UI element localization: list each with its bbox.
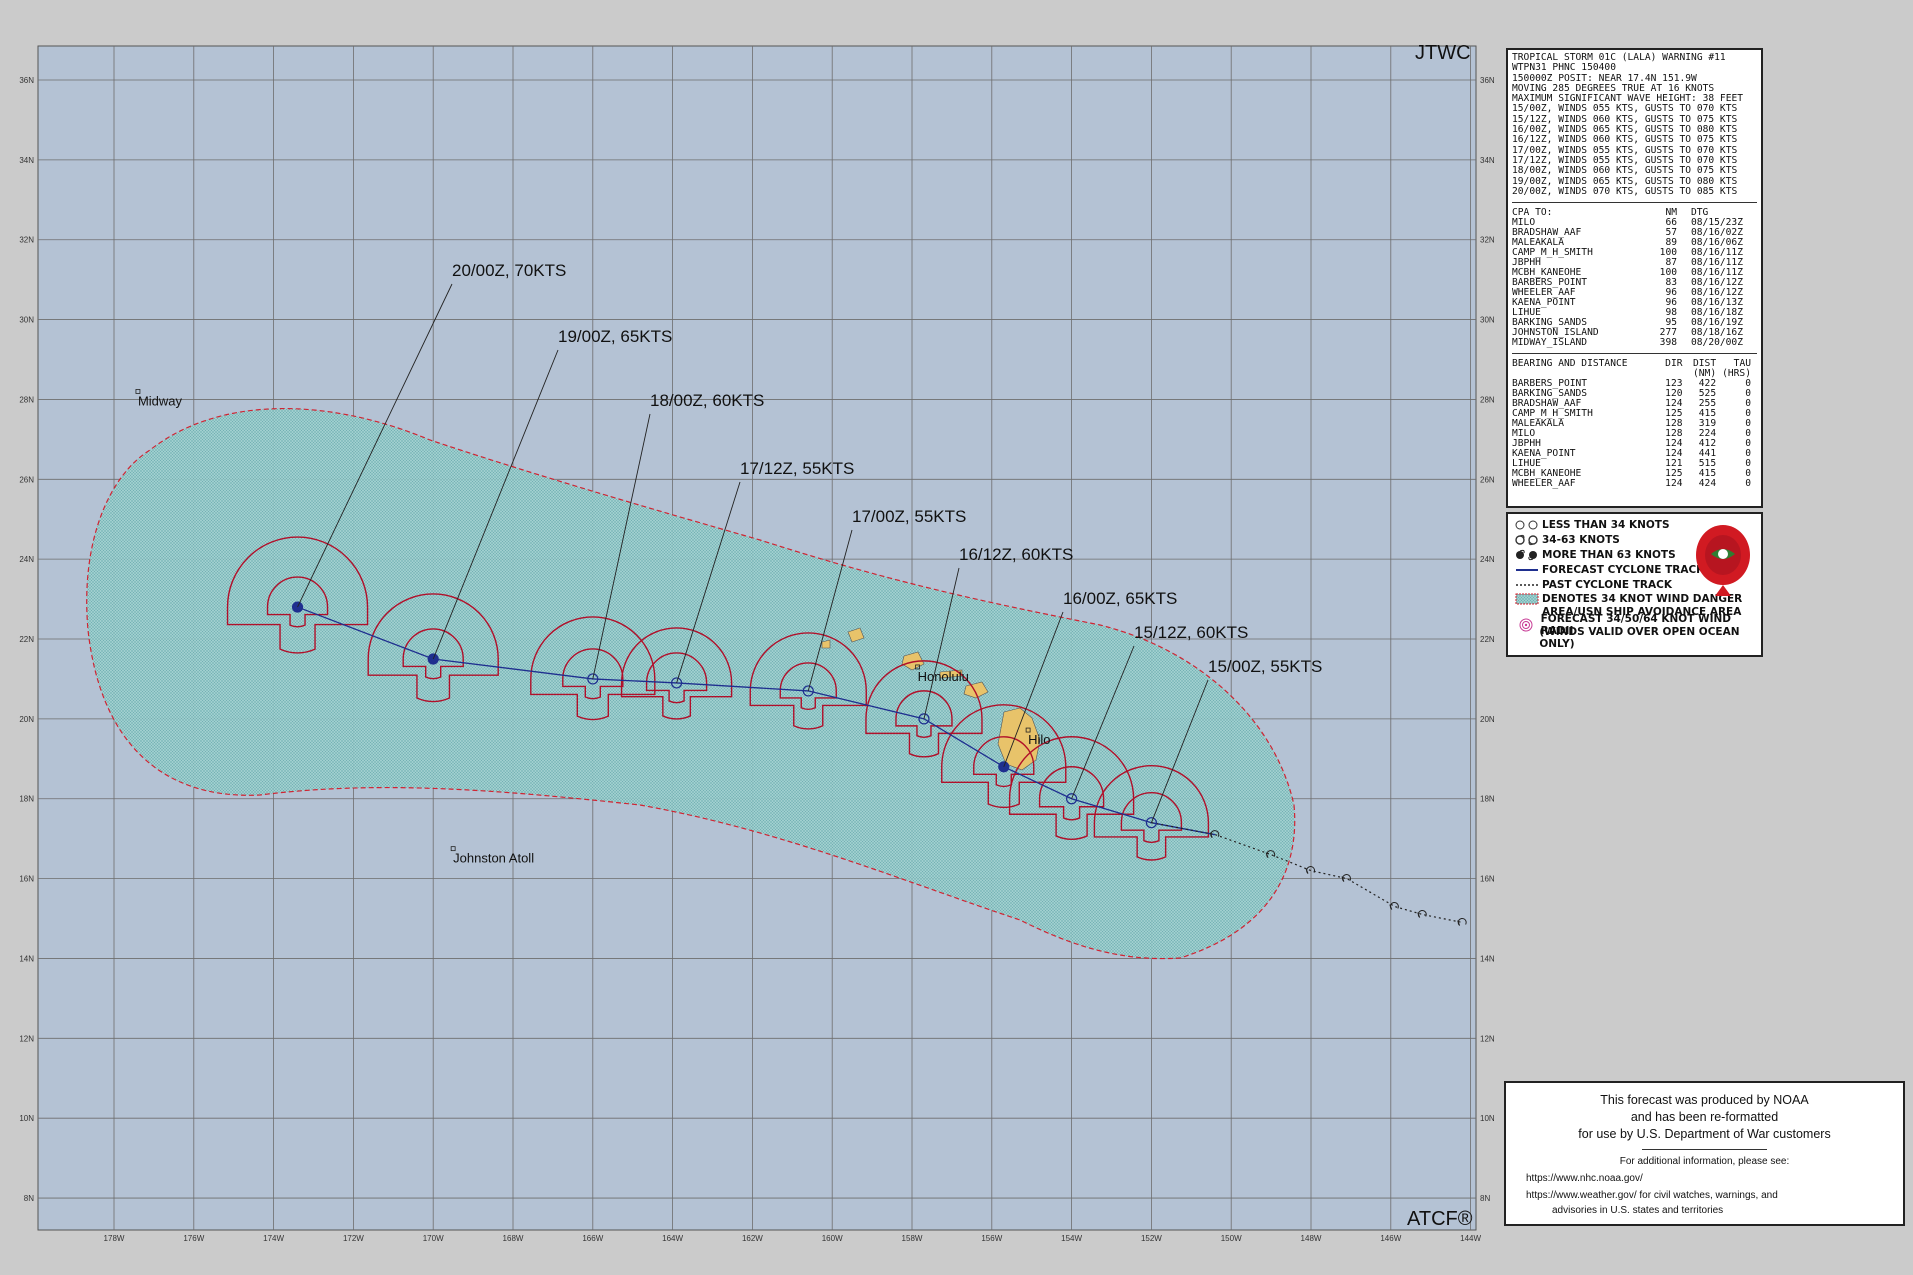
lon-tick-label: 146W xyxy=(1380,1234,1401,1243)
lat-tick-label-right: 8N xyxy=(1480,1194,1490,1203)
lon-tick-label: 148W xyxy=(1301,1234,1322,1243)
lat-tick-label-right: 22N xyxy=(1480,635,1495,644)
forecast-label: 16/12Z, 60KTS xyxy=(959,545,1073,564)
lon-tick-label: 164W xyxy=(662,1234,683,1243)
notice-line-1: This forecast was produced by NOAA xyxy=(1600,1093,1809,1107)
warning-header: TROPICAL STORM 01C (LALA) WARNING #11 WT… xyxy=(1512,52,1744,197)
bearing-row: WHEELER_AAF 124 424 0 xyxy=(1512,478,1751,490)
forecast-label: 16/00Z, 65KTS xyxy=(1063,589,1177,608)
forecast-track-icon xyxy=(1512,564,1542,576)
tropical-storm-icon xyxy=(1512,534,1542,546)
lon-tick-label: 178W xyxy=(104,1234,125,1243)
lat-tick-label-left: 8N xyxy=(24,1194,34,1203)
forecast-label: 15/00Z, 55KTS xyxy=(1208,657,1322,676)
forecast-label: 15/12Z, 60KTS xyxy=(1134,623,1248,642)
forecast-label: 20/00Z, 70KTS xyxy=(452,261,566,280)
forecast-label: 19/00Z, 65KTS xyxy=(558,327,672,346)
place-label: Johnston Atoll xyxy=(453,851,534,866)
notice-link-nhc[interactable]: https://www.nhc.noaa.gov/ xyxy=(1526,1173,1903,1184)
notice-link-weather[interactable]: https://www.weather.gov/ for civil watch… xyxy=(1526,1190,1903,1201)
lat-tick-label-right: 30N xyxy=(1480,316,1495,325)
bearing-col-tau-unit: (HRS) xyxy=(1722,368,1751,380)
lat-tick-label-left: 20N xyxy=(19,715,34,724)
weak-storm-icon xyxy=(1512,519,1542,531)
lat-tick-label-left: 18N xyxy=(19,795,34,804)
lon-tick-label: 158W xyxy=(902,1234,923,1243)
lat-tick-label-right: 14N xyxy=(1480,954,1495,963)
bearing-row: KAENA_POINT 124 441 0 xyxy=(1512,448,1751,460)
notice-line-2: and has been re-formatted xyxy=(1630,1110,1779,1124)
jtwc-label: JTWC xyxy=(1415,42,1471,64)
lat-tick-label-left: 30N xyxy=(19,316,34,325)
lat-tick-label-right: 20N xyxy=(1480,715,1495,724)
lat-tick-label-left: 28N xyxy=(19,395,34,404)
lat-tick-label-left: 34N xyxy=(19,156,34,165)
notice-line-3: for use by U.S. Department of War custom… xyxy=(1578,1127,1831,1141)
lon-tick-label: 144W xyxy=(1460,1234,1481,1243)
noaa-notice-panel: This forecast was produced by NOAA and h… xyxy=(1504,1081,1905,1226)
danger-area-icon xyxy=(1512,593,1542,605)
lat-tick-label-right: 32N xyxy=(1480,236,1495,245)
cpa-row: MIDWAY_ISLAND 398 08/20/00Z xyxy=(1512,337,1743,349)
lon-tick-label: 152W xyxy=(1141,1234,1162,1243)
lat-tick-label-right: 18N xyxy=(1480,795,1495,804)
lat-tick-label-left: 14N xyxy=(19,954,34,963)
legend-panel: LESS THAN 34 KNOTS 34-63 KNOTS MORE THAN… xyxy=(1506,512,1763,657)
bearing-col-dir: DIR xyxy=(1665,358,1683,370)
hurricane-icon xyxy=(1512,549,1542,561)
lat-tick-label-left: 36N xyxy=(19,76,34,85)
notice-line-4: For additional information, please see: xyxy=(1619,1156,1790,1167)
lat-tick-label-right: 16N xyxy=(1480,875,1495,884)
place-label: Midway xyxy=(138,393,183,408)
lat-tick-label-right: 24N xyxy=(1480,555,1495,564)
wind-radii-icon xyxy=(1512,618,1541,632)
lat-tick-label-left: 24N xyxy=(19,555,34,564)
lat-tick-label-left: 12N xyxy=(19,1034,34,1043)
forecast-label: 17/00Z, 55KTS xyxy=(852,507,966,526)
lat-tick-label-right: 34N xyxy=(1480,156,1495,165)
past-track-icon xyxy=(1512,579,1542,591)
place-label: Honolulu xyxy=(918,669,969,684)
lon-tick-label: 156W xyxy=(981,1234,1002,1243)
lon-tick-label: 174W xyxy=(263,1234,284,1243)
lon-tick-label: 176W xyxy=(183,1234,204,1243)
lon-tick-label: 150W xyxy=(1221,1234,1242,1243)
warning-panel: TROPICAL STORM 01C (LALA) WARNING #11 WT… xyxy=(1506,48,1763,508)
legend-row-radii-2: (WINDS VALID OVER OPEN OCEAN ONLY) xyxy=(1539,625,1740,650)
lon-tick-label: 162W xyxy=(742,1234,763,1243)
bearing-title: BEARING AND DISTANCE xyxy=(1512,358,1628,370)
lat-tick-label-left: 26N xyxy=(19,475,34,484)
lat-tick-label-right: 10N xyxy=(1480,1114,1495,1123)
lat-tick-label-right: 12N xyxy=(1480,1034,1495,1043)
notice-line-7: advisories in U.S. states and territorie… xyxy=(1552,1205,1724,1216)
lon-tick-label: 160W xyxy=(822,1234,843,1243)
lat-tick-label-right: 26N xyxy=(1480,475,1495,484)
lat-tick-label-right: 28N xyxy=(1480,395,1495,404)
lon-tick-label: 170W xyxy=(423,1234,444,1243)
bearing-row: MILO 128 224 0 xyxy=(1512,428,1751,440)
lon-tick-label: 166W xyxy=(582,1234,603,1243)
notice-divider xyxy=(1642,1149,1767,1150)
lat-tick-label-left: 32N xyxy=(19,236,34,245)
forecast-label: 17/12Z, 55KTS xyxy=(740,459,854,478)
bearing-table: BEARING AND DISTANCE DIR DIST TAU (NM) (… xyxy=(1512,359,1757,489)
atcf-label: ATCF® xyxy=(1407,1208,1473,1230)
jtwc-seal-logo xyxy=(1696,525,1750,596)
lat-tick-label-left: 16N xyxy=(19,875,34,884)
lat-tick-label-right: 36N xyxy=(1480,76,1495,85)
lon-tick-label: 168W xyxy=(503,1234,524,1243)
lon-tick-label: 172W xyxy=(343,1234,364,1243)
lat-tick-label-left: 10N xyxy=(19,1114,34,1123)
lat-tick-label-left: 22N xyxy=(19,635,34,644)
place-label: Hilo xyxy=(1028,732,1050,747)
forecast-label: 18/00Z, 60KTS xyxy=(650,391,764,410)
bearing-row: MALEAKALA 128 319 0 xyxy=(1512,418,1751,430)
cpa-table: CPA TO: NM DTG MILO 66 08/15/23Z BRADSHAW_A… xyxy=(1512,208,1743,348)
lon-tick-label: 154W xyxy=(1061,1234,1082,1243)
